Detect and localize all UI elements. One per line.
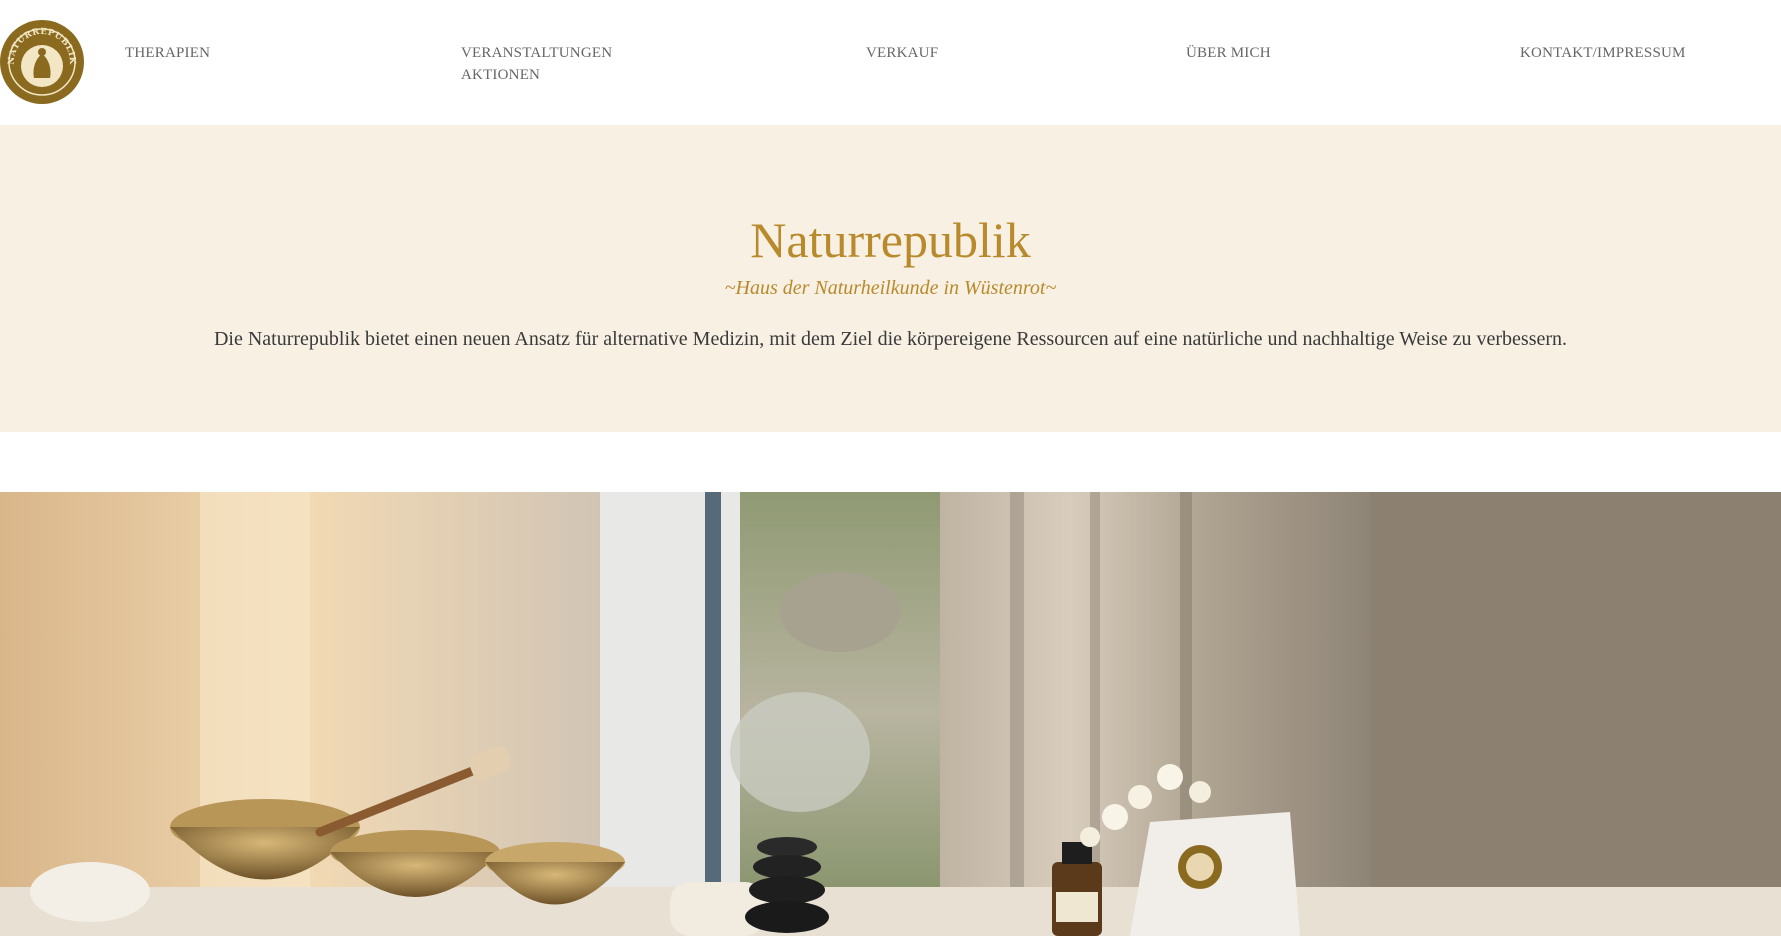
logo-seal-icon: NATURREPUBLIK — [1, 21, 83, 103]
nav-label: ÜBER MICH — [1186, 45, 1271, 61]
nav-kontakt-impressum[interactable]: KONTAKT/IMPRESSUM — [1520, 42, 1686, 64]
nav-label: THERAPIEN — [125, 45, 211, 61]
nav-label: VERKAUF — [866, 45, 939, 61]
page-title: Naturrepublik — [750, 212, 1031, 268]
nav-therapien[interactable]: THERAPIEN — [125, 42, 210, 64]
intro-text: Die Naturrepublik bietet einen neuen Ans… — [213, 328, 1568, 350]
nav-label: KONTAKT/IMPRESSUM — [1520, 45, 1686, 61]
header: NATURREPUBLIK THERAPIEN VERANSTALTUNGEN … — [0, 0, 1781, 125]
hero-photo — [0, 492, 1781, 936]
nav-label: AKTIONEN — [461, 67, 541, 83]
nav-ueber-mich[interactable]: ÜBER MICH — [1186, 42, 1271, 64]
logo[interactable]: NATURREPUBLIK — [0, 20, 84, 104]
hero-section: Naturrepublik ~Haus der Naturheilkunde i… — [0, 125, 1781, 432]
nav-veranstaltungen-aktionen[interactable]: VERANSTALTUNGEN AKTIONEN — [461, 42, 612, 86]
nav-label: VERANSTALTUNGEN — [461, 45, 613, 61]
page-subtitle: ~Haus der Naturheilkunde in Wüstenrot~ — [724, 277, 1057, 299]
nav-verkauf[interactable]: VERKAUF — [866, 42, 938, 64]
spa-scene-image — [0, 492, 1781, 936]
